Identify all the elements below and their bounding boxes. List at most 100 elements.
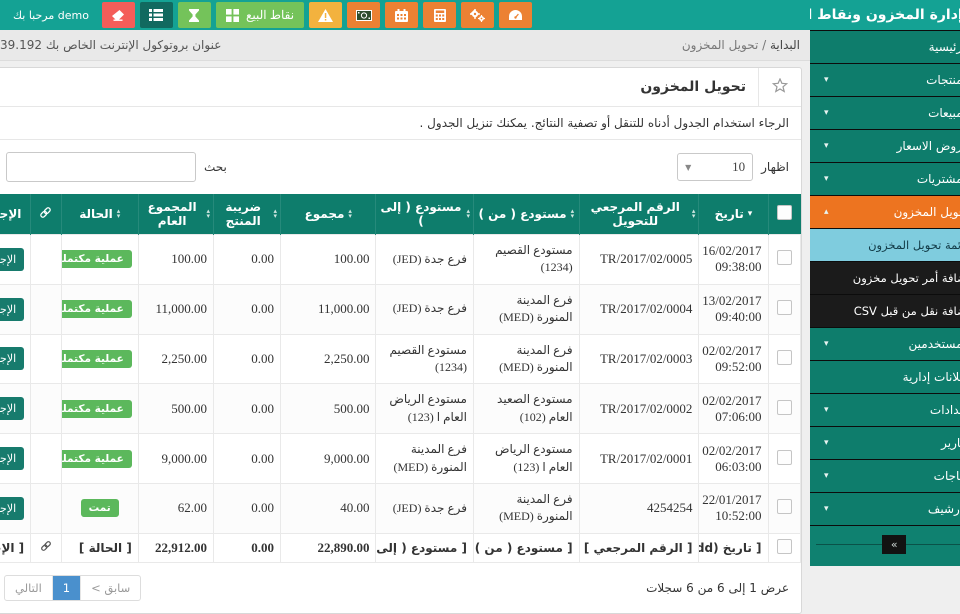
cell-grand-total: 11,000.00 xyxy=(138,284,213,334)
records-info: عرض 1 إلى 6 من 6 سجلات xyxy=(646,581,789,595)
cell-total: 40.00 xyxy=(281,483,376,533)
pagination-prev[interactable]: < سابق xyxy=(81,576,140,600)
footer-ref-filter[interactable]: [ الرقم المرجعي ] xyxy=(579,533,699,562)
table-header-row: ▾تاريخ ▴▾الرقم المرجعي للتحويل ▴▾مستودع … xyxy=(0,194,801,235)
row-checkbox[interactable] xyxy=(777,499,792,514)
sidebar-item-reports[interactable]: تقارير ▾ xyxy=(810,427,960,460)
actions-button[interactable]: الإجراءات▾ xyxy=(0,347,24,370)
cell-date: 22/01/201710:52:00 xyxy=(699,483,768,533)
pos-button[interactable]: نقاط البيع xyxy=(216,2,304,28)
sidebar-item-home[interactable]: الرئيسية xyxy=(810,30,960,64)
sidebar-item-add-transfer-order[interactable]: اضافة أمر تحويل مخزون xyxy=(810,262,960,295)
sidebar-item-users[interactable]: المستخدمين ▾ xyxy=(810,328,960,361)
header-reference[interactable]: ▴▾الرقم المرجعي للتحويل xyxy=(579,194,699,235)
sidebar-item-label: اضافة نقل من قبل CSV xyxy=(854,304,960,318)
cell-link xyxy=(31,334,61,384)
sidebar-item-announcements[interactable]: اعلانات إدارية xyxy=(810,361,960,394)
cell-link xyxy=(31,235,61,285)
header-grand-total[interactable]: ▴▾المجموع العام xyxy=(138,194,213,235)
sidebar-item-sales[interactable]: المبيعات ▾ xyxy=(810,97,960,130)
row-checkbox[interactable] xyxy=(777,450,792,465)
header-warehouse-to[interactable]: ▴▾مستودع ( إلى ) xyxy=(376,194,474,235)
header-status[interactable]: ▴▾الحالة xyxy=(61,194,138,235)
sidebar-item-settings[interactable]: اعدادات ▾ xyxy=(810,394,960,427)
cell-tax: 0.00 xyxy=(213,284,280,334)
pagination-page-1[interactable]: 1 xyxy=(53,576,81,600)
sort-desc-icon: ▾ xyxy=(748,209,753,219)
panel-header: تحويل المخزون xyxy=(0,68,801,107)
cell-link xyxy=(31,384,61,434)
footer-date-filter[interactable]: [ تاريخ (y-mm-dd) ] xyxy=(699,533,768,562)
sidebar: برنامج إدارة المخزون ونقاط البيع الرئيسي… xyxy=(810,0,960,566)
actions-button[interactable]: الإجراءات▾ xyxy=(0,397,24,420)
row-checkbox[interactable] xyxy=(777,350,792,365)
breadcrumb-current: تحويل المخزون xyxy=(682,38,758,52)
settings-cogs-button[interactable] xyxy=(461,2,494,28)
pagination: < سابق 1 التالي xyxy=(4,575,141,601)
sidebar-item-purchases[interactable]: المشتريات ▾ xyxy=(810,163,960,196)
sidebar-item-productions[interactable]: انتاجات ▾ xyxy=(810,460,960,493)
footer-checkbox[interactable] xyxy=(777,539,792,554)
table-row: 13/02/201709:40:00 TR/2017/02/0004 فرع ا… xyxy=(0,284,801,334)
chevron-down-icon: ▾ xyxy=(824,339,829,349)
search-input[interactable] xyxy=(6,152,196,182)
cell-warehouse-from: مستودع القصيم (1234) xyxy=(473,235,579,285)
cogs-icon xyxy=(470,9,485,22)
sidebar-collapse-button[interactable]: » xyxy=(882,535,906,554)
sidebar-item-products[interactable]: المنتجات ▾ xyxy=(810,64,960,97)
sidebar-item-stock-transfer[interactable]: تحويل المخزون ▴ xyxy=(810,196,960,229)
pagination-next[interactable]: التالي xyxy=(5,576,53,600)
calendar-button[interactable] xyxy=(385,2,418,28)
sort-icon: ▴▾ xyxy=(348,209,352,219)
header-warehouse-from[interactable]: ▴▾مستودع ( من ) xyxy=(473,194,579,235)
money-button[interactable] xyxy=(347,2,380,28)
sidebar-item-quotes[interactable]: عروض الاسعار ▾ xyxy=(810,130,960,163)
favorite-toggle[interactable] xyxy=(758,68,801,106)
header-total[interactable]: ▴▾مجموع xyxy=(281,194,376,235)
double-chevron-left-icon: » xyxy=(891,538,898,551)
footer-status-filter[interactable]: [ الحالة ] xyxy=(61,533,138,562)
sidebar-item-stock-transfer-list[interactable]: قائمة تحويل المخزون xyxy=(810,229,960,262)
star-outline-icon xyxy=(772,78,788,97)
row-checkbox[interactable] xyxy=(777,300,792,315)
calendar-icon xyxy=(395,9,408,22)
eraser-button[interactable] xyxy=(102,2,135,28)
footer-from-filter[interactable]: [ مستودع ( من ) ] xyxy=(473,533,579,562)
select-all-header xyxy=(768,194,801,235)
page-size-select[interactable]: 10 ▼ xyxy=(677,153,753,181)
cell-warehouse-from: فرع المدينة المنورة (MED) xyxy=(473,334,579,384)
actions-button[interactable]: الإجراءات▾ xyxy=(0,248,24,271)
sidebar-item-add-transfer-csv[interactable]: اضافة نقل من قبل CSV xyxy=(810,295,960,328)
chevron-down-icon: ▾ xyxy=(824,141,829,151)
breadcrumb-home-link[interactable]: البداية xyxy=(770,38,800,52)
alerts-button[interactable] xyxy=(309,2,342,28)
sort-icon: ▴▾ xyxy=(206,209,210,219)
table-row: 16/02/201709:38:00 TR/2017/02/0005 مستود… xyxy=(0,235,801,285)
footer-total-sum: 22,890.00 xyxy=(281,533,376,562)
status-badge: عملية مكتملة xyxy=(61,400,132,418)
select-all-checkbox[interactable] xyxy=(777,205,792,220)
cell-warehouse-from: مستودع الرياض العام ا (123) xyxy=(473,434,579,484)
cell-reference: TR/2017/02/0005 xyxy=(579,235,699,285)
calculator-button[interactable] xyxy=(423,2,456,28)
cell-reference: TR/2017/02/0002 xyxy=(579,384,699,434)
sidebar-item-label: الارشيف xyxy=(928,502,960,516)
footer-to-filter[interactable]: [ مستودع ( إلى ) ] xyxy=(376,533,474,562)
row-checkbox[interactable] xyxy=(777,250,792,265)
actions-button[interactable]: الإجراءات▾ xyxy=(0,447,24,470)
sidebar-item-archive[interactable]: الارشيف ▾ xyxy=(810,493,960,526)
hourglass-button[interactable] xyxy=(178,2,211,28)
app-title: برنامج إدارة المخزون ونقاط البيع xyxy=(810,0,960,30)
cell-tax: 0.00 xyxy=(213,334,280,384)
header-product-tax[interactable]: ▴▾ضريبة المنتج xyxy=(213,194,280,235)
status-badge: عملية مكتملة xyxy=(61,250,132,268)
dashboard-button[interactable] xyxy=(499,2,532,28)
sidebar-item-label: المشتريات xyxy=(917,172,960,186)
header-date[interactable]: ▾تاريخ xyxy=(699,194,768,235)
actions-button[interactable]: الإجراءات▾ xyxy=(0,497,24,520)
stock-transfer-panel: تحويل المخزون الرجاء استخدام الجدول أدنا… xyxy=(0,67,802,614)
header-actions: الإجراءات xyxy=(0,194,31,235)
actions-button[interactable]: الإجراءات▾ xyxy=(0,298,24,321)
row-checkbox[interactable] xyxy=(777,400,792,415)
list-view-button[interactable] xyxy=(140,2,173,28)
